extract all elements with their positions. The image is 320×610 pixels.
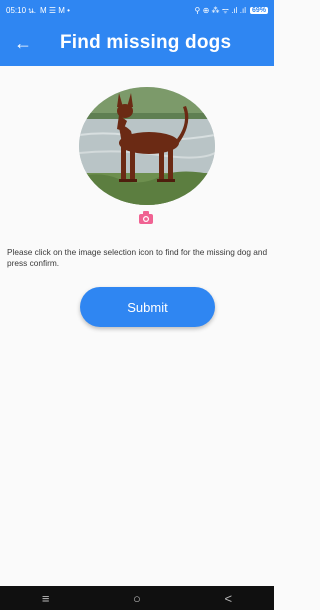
camera-icon[interactable] (139, 211, 153, 224)
status-time: 05:10 น. (6, 5, 36, 15)
submit-button[interactable]: Submit (80, 287, 215, 327)
status-bar: 05:10 น. M ☰ M • ⚲ ⊕ ⁂ ᯤ .ıl .ıl 69% (0, 0, 274, 20)
recent-apps-icon[interactable]: ≡ (26, 591, 66, 606)
dog-image (79, 87, 215, 205)
back-icon[interactable]: < (208, 591, 248, 606)
status-notification-icons: M ☰ M • (39, 5, 70, 15)
navigation-bar: ≡ ○ < (0, 586, 274, 610)
app-bar: ← Find missing dogs (0, 20, 274, 66)
instruction-text: Please click on the image selection icon… (7, 247, 268, 268)
home-icon[interactable]: ○ (117, 591, 157, 606)
page-title: Find missing dogs (60, 32, 232, 53)
back-arrow-icon[interactable]: ← (14, 20, 44, 66)
status-signal-icons: ⚲ ⊕ ⁂ ᯤ .ıl .ıl (194, 5, 246, 15)
battery-icon: 69% (249, 6, 268, 14)
